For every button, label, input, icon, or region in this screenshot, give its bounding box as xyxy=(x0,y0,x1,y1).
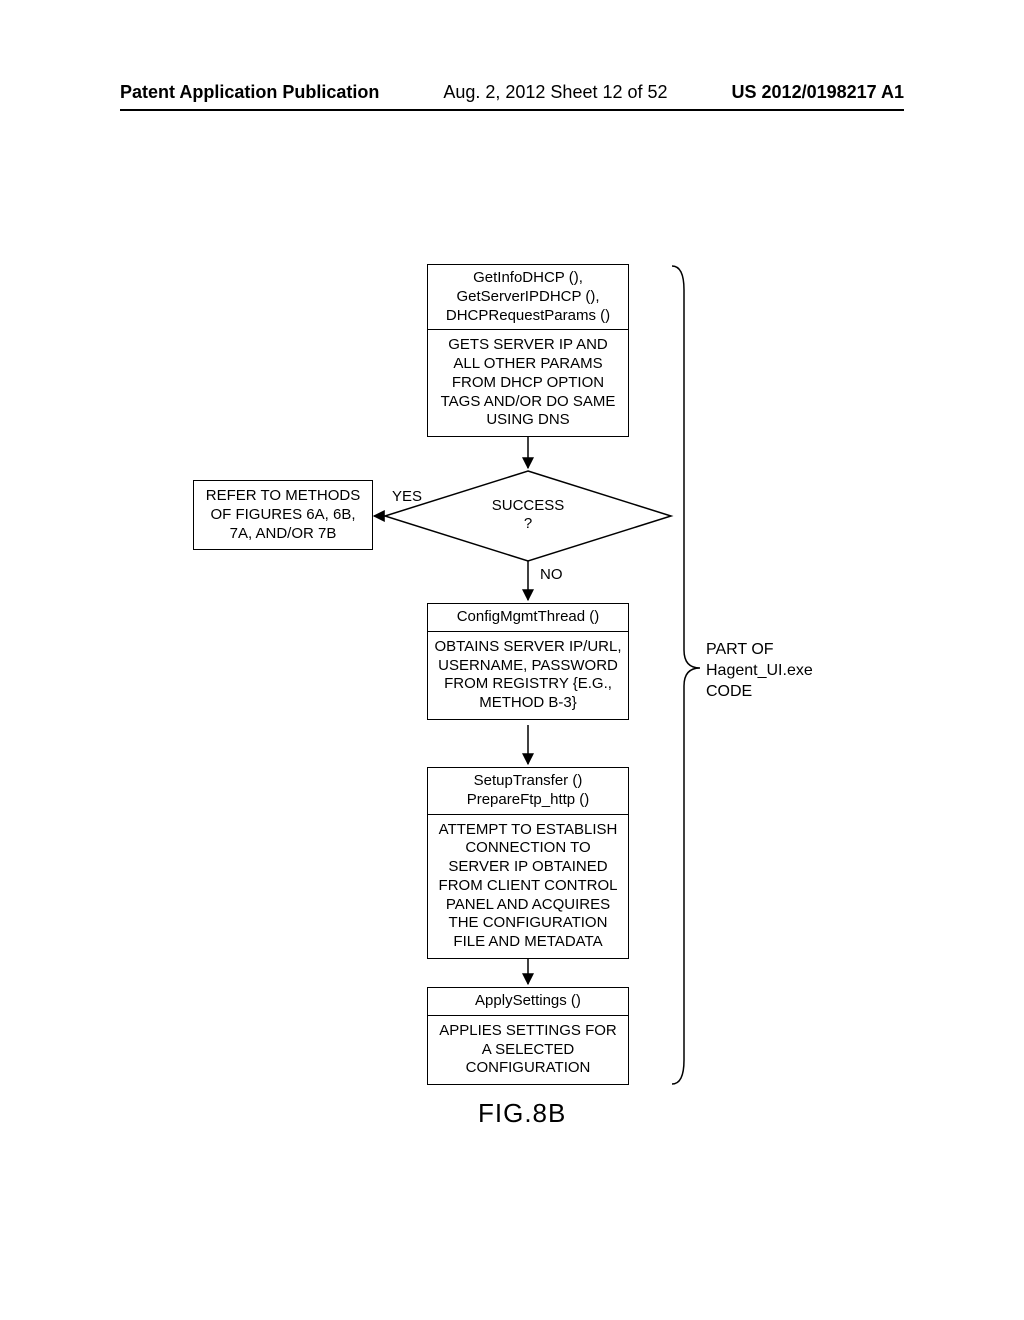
edge-label-no: NO xyxy=(540,566,563,583)
figure-label: FIG.8B xyxy=(478,1098,566,1129)
box-config-mgmt-thread: ConfigMgmtThread () OBTAINS SERVER IP/UR… xyxy=(427,603,629,720)
box-setup-transfer: SetupTransfer () PrepareFtp_http () ATTE… xyxy=(427,767,629,959)
box-cfg-title: ConfigMgmtThread () xyxy=(428,604,628,632)
box-setup-body: ATTEMPT TO ESTABLISH CONNECTION TO SERVE… xyxy=(428,815,628,958)
box-refer-methods: REFER TO METHODS OF FIGURES 6A, 6B, 7A, … xyxy=(193,480,373,550)
box-getinfo-dhcp: GetInfoDHCP (), GetServerIPDHCP (), DHCP… xyxy=(427,264,629,437)
box-apply-body: APPLIES SETTINGS FOR A SELECTED CONFIGUR… xyxy=(428,1016,628,1084)
brace-icon xyxy=(672,266,700,1084)
box-apply-settings: ApplySettings () APPLIES SETTINGS FOR A … xyxy=(427,987,629,1085)
brace-label: PART OF Hagent_UI.exe CODE xyxy=(706,640,846,702)
box-dhcp-title: GetInfoDHCP (), GetServerIPDHCP (), DHCP… xyxy=(428,265,628,330)
box-setup-title: SetupTransfer () PrepareFtp_http () xyxy=(428,768,628,815)
decision-qmark: ? xyxy=(524,515,532,532)
box-refer-text: REFER TO METHODS OF FIGURES 6A, 6B, 7A, … xyxy=(206,487,360,542)
flowchart-canvas: SUCCESS ? REFER TO METHODS OF FIGURES 6A… xyxy=(0,0,1024,1320)
edge-label-yes: YES xyxy=(392,488,422,505)
decision-text: SUCCESS xyxy=(492,497,565,514)
box-cfg-body: OBTAINS SERVER IP/URL, USERNAME, PASSWOR… xyxy=(428,632,628,719)
box-dhcp-body: GETS SERVER IP AND ALL OTHER PARAMS FROM… xyxy=(428,330,628,436)
box-apply-title: ApplySettings () xyxy=(428,988,628,1016)
